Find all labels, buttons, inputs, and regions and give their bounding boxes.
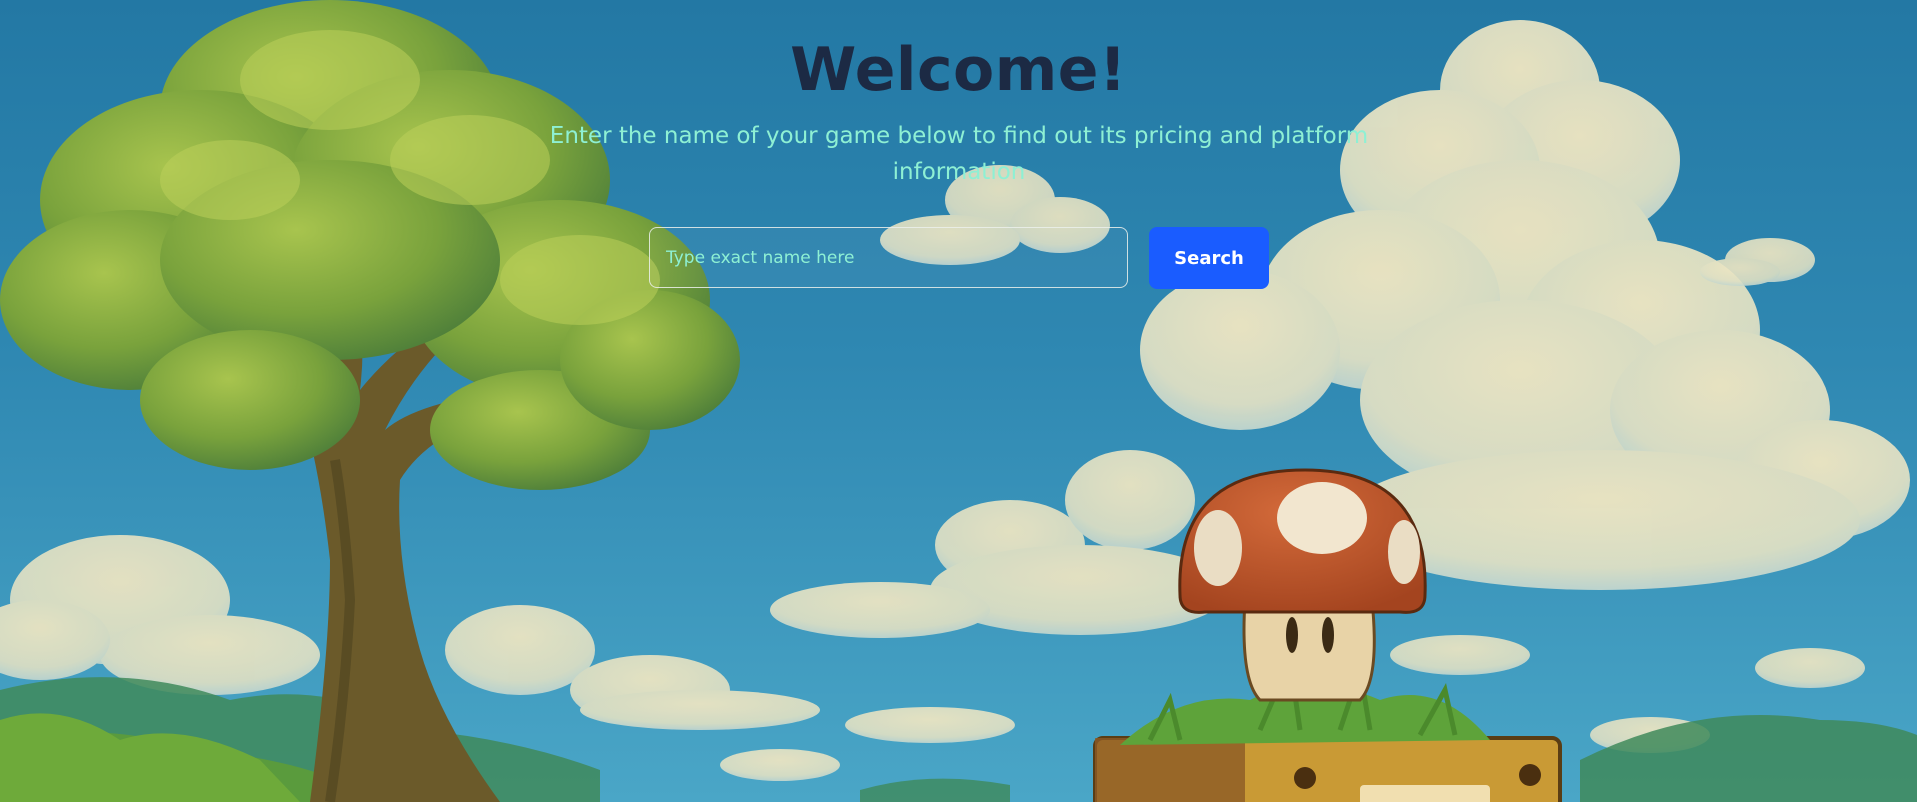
search-button[interactable]: Search [1149, 227, 1269, 289]
search-input[interactable] [649, 227, 1128, 288]
question-block-icon [1093, 736, 1562, 802]
page-subtitle: Enter the name of your game below to fin… [549, 123, 1369, 185]
page-title: Welcome! [790, 35, 1127, 105]
